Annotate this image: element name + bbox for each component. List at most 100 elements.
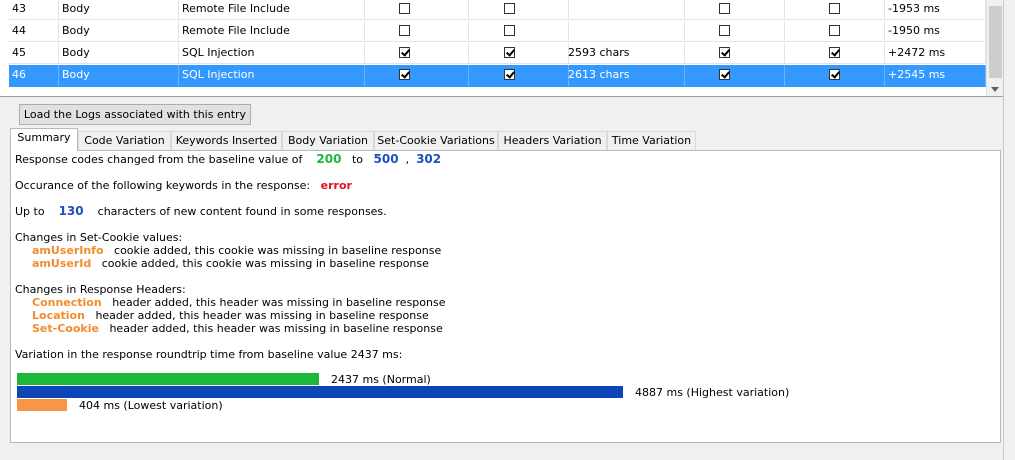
checkbox-col4-cell [785, 43, 885, 64]
cookie-text: cookie added, this cookie was missing in… [101, 257, 429, 270]
header-item: Connection header added, this header was… [32, 296, 445, 309]
checkbox-col1-cell [365, 43, 469, 64]
headers-heading: Changes in Response Headers: [15, 283, 186, 296]
checkbox-col2-cell [469, 65, 569, 86]
tab-set-cookie-variations[interactable]: Set-Cookie Variations [374, 131, 498, 150]
baseline-code: 200 [316, 152, 342, 166]
checkbox-col1-cell [365, 21, 469, 42]
time-bar [17, 386, 623, 398]
tab-summary[interactable]: Summary [10, 128, 78, 151]
header-text: header added, this header was missing in… [112, 296, 446, 309]
tab-body-variation[interactable]: Body Variation [282, 131, 374, 150]
time-bar-label: 4887 ms (Highest variation) [635, 386, 790, 399]
cell-time: +2545 ms [885, 65, 986, 86]
scroll-down-icon[interactable] [991, 87, 999, 92]
load-logs-button[interactable]: Load the Logs associated with this entry [19, 104, 251, 125]
checkbox-col1-cell [365, 0, 469, 20]
cell-id: 45 [9, 43, 59, 64]
cell-id: 44 [9, 21, 59, 42]
checkbox-col4-cell [785, 0, 885, 20]
checkbox-col4-cell [785, 65, 885, 86]
checkbox-col3[interactable] [719, 69, 730, 80]
time-heading: Variation in the response roundtrip time… [15, 348, 403, 361]
chars-count: 130 [58, 204, 84, 218]
code-separator: , [405, 153, 410, 166]
cookie-item: amUserId cookie added, this cookie was m… [32, 257, 429, 270]
cell-check: SQL Injection [179, 43, 365, 64]
upto-prefix: Up to [15, 205, 45, 218]
tab-time-variation[interactable]: Time Variation [607, 131, 696, 150]
checkbox-col2-cell [469, 43, 569, 64]
checkbox-col2[interactable] [504, 69, 515, 80]
scrollbar-thumb[interactable] [989, 6, 1002, 78]
cell-time: -1953 ms [885, 0, 986, 20]
cookie-text: cookie added, this cookie was missing in… [114, 244, 442, 257]
codes-prefix: Response codes changed from the baseline… [15, 153, 303, 166]
header-text: header added, this header was missing in… [109, 322, 443, 335]
checkbox-col3-cell [685, 65, 785, 86]
cell-chars: 2593 chars [565, 43, 685, 64]
time-bar-label: 2437 ms (Normal) [331, 373, 431, 386]
summary-panel: Response codes changed from the baseline… [10, 150, 1001, 443]
checkbox-col4[interactable] [829, 47, 840, 58]
keyword-error: error [320, 179, 352, 192]
checkbox-col2-cell [469, 0, 569, 20]
checkbox-col2[interactable] [504, 47, 515, 58]
cookie-item: amUserInfo cookie added, this cookie was… [32, 244, 441, 257]
checkbox-col3[interactable] [719, 25, 730, 36]
keywords-line: Occurance of the following keywords in t… [15, 179, 352, 192]
cookie-name: amUserId [32, 257, 92, 270]
cell-time: -1950 ms [885, 21, 986, 42]
cell-chars [565, 21, 685, 42]
header-name: Connection [32, 296, 102, 309]
header-name: Location [32, 309, 85, 322]
cell-chars [565, 0, 685, 20]
checkbox-col3-cell [685, 0, 785, 20]
checkbox-col2[interactable] [504, 25, 515, 36]
cell-id: 46 [9, 65, 59, 86]
grid-row[interactable]: 45 Body SQL Injection 2593 chars +2472 ms [9, 43, 986, 65]
header-text: header added, this header was missing in… [95, 309, 429, 322]
vertical-scrollbar[interactable] [986, 0, 1004, 96]
checkbox-col3-cell [685, 21, 785, 42]
new-code-500: 500 [373, 152, 399, 166]
new-content-line: Up to 130 characters of new content foun… [15, 204, 387, 219]
tab-code-variation[interactable]: Code Variation [78, 131, 171, 150]
checkbox-col2[interactable] [504, 3, 515, 14]
checkbox-col4[interactable] [829, 3, 840, 14]
time-bar [17, 399, 67, 411]
cell-chars: 2613 chars [565, 65, 685, 86]
chars-suffix: characters of new content found in some … [97, 205, 387, 218]
response-codes-line: Response codes changed from the baseline… [15, 152, 442, 167]
grid-row[interactable]: 44 Body Remote File Include -1950 ms [9, 21, 986, 43]
checkbox-col1[interactable] [399, 69, 410, 80]
cell-check: Remote File Include [179, 0, 365, 20]
time-bar-label: 404 ms (Lowest variation) [79, 399, 223, 412]
checkbox-col1[interactable] [399, 47, 410, 58]
grid-row[interactable]: 46 Body SQL Injection 2613 chars +2545 ms [9, 65, 986, 87]
cell-location: Body [59, 65, 179, 86]
new-code-302: 302 [416, 152, 442, 166]
results-grid: 43 Body Remote File Include -1953 ms 44 Body R… [0, 0, 1015, 97]
cell-id: 43 [9, 0, 59, 20]
checkbox-col2-cell [469, 21, 569, 42]
cookie-heading: Changes in Set-Cookie values: [15, 231, 183, 244]
checkbox-col3[interactable] [719, 47, 730, 58]
tab-keywords-inserted[interactable]: Keywords Inserted [171, 131, 282, 150]
checkbox-col1[interactable] [399, 25, 410, 36]
checkbox-col1[interactable] [399, 3, 410, 14]
checkbox-col3[interactable] [719, 3, 730, 14]
cell-check: Remote File Include [179, 21, 365, 42]
to-word: to [351, 153, 364, 166]
checkbox-col4-cell [785, 21, 885, 42]
header-item: Set-Cookie header added, this header was… [32, 322, 443, 335]
window-edge [1003, 0, 1015, 460]
header-name: Set-Cookie [32, 322, 99, 335]
cell-time: +2472 ms [885, 43, 986, 64]
grid-row[interactable]: 43 Body Remote File Include -1953 ms [9, 0, 986, 21]
checkbox-col4[interactable] [829, 25, 840, 36]
checkbox-col4[interactable] [829, 69, 840, 80]
checkbox-col3-cell [685, 43, 785, 64]
tab-headers-variation[interactable]: Headers Variation [498, 131, 607, 150]
cookie-name: amUserInfo [32, 244, 104, 257]
